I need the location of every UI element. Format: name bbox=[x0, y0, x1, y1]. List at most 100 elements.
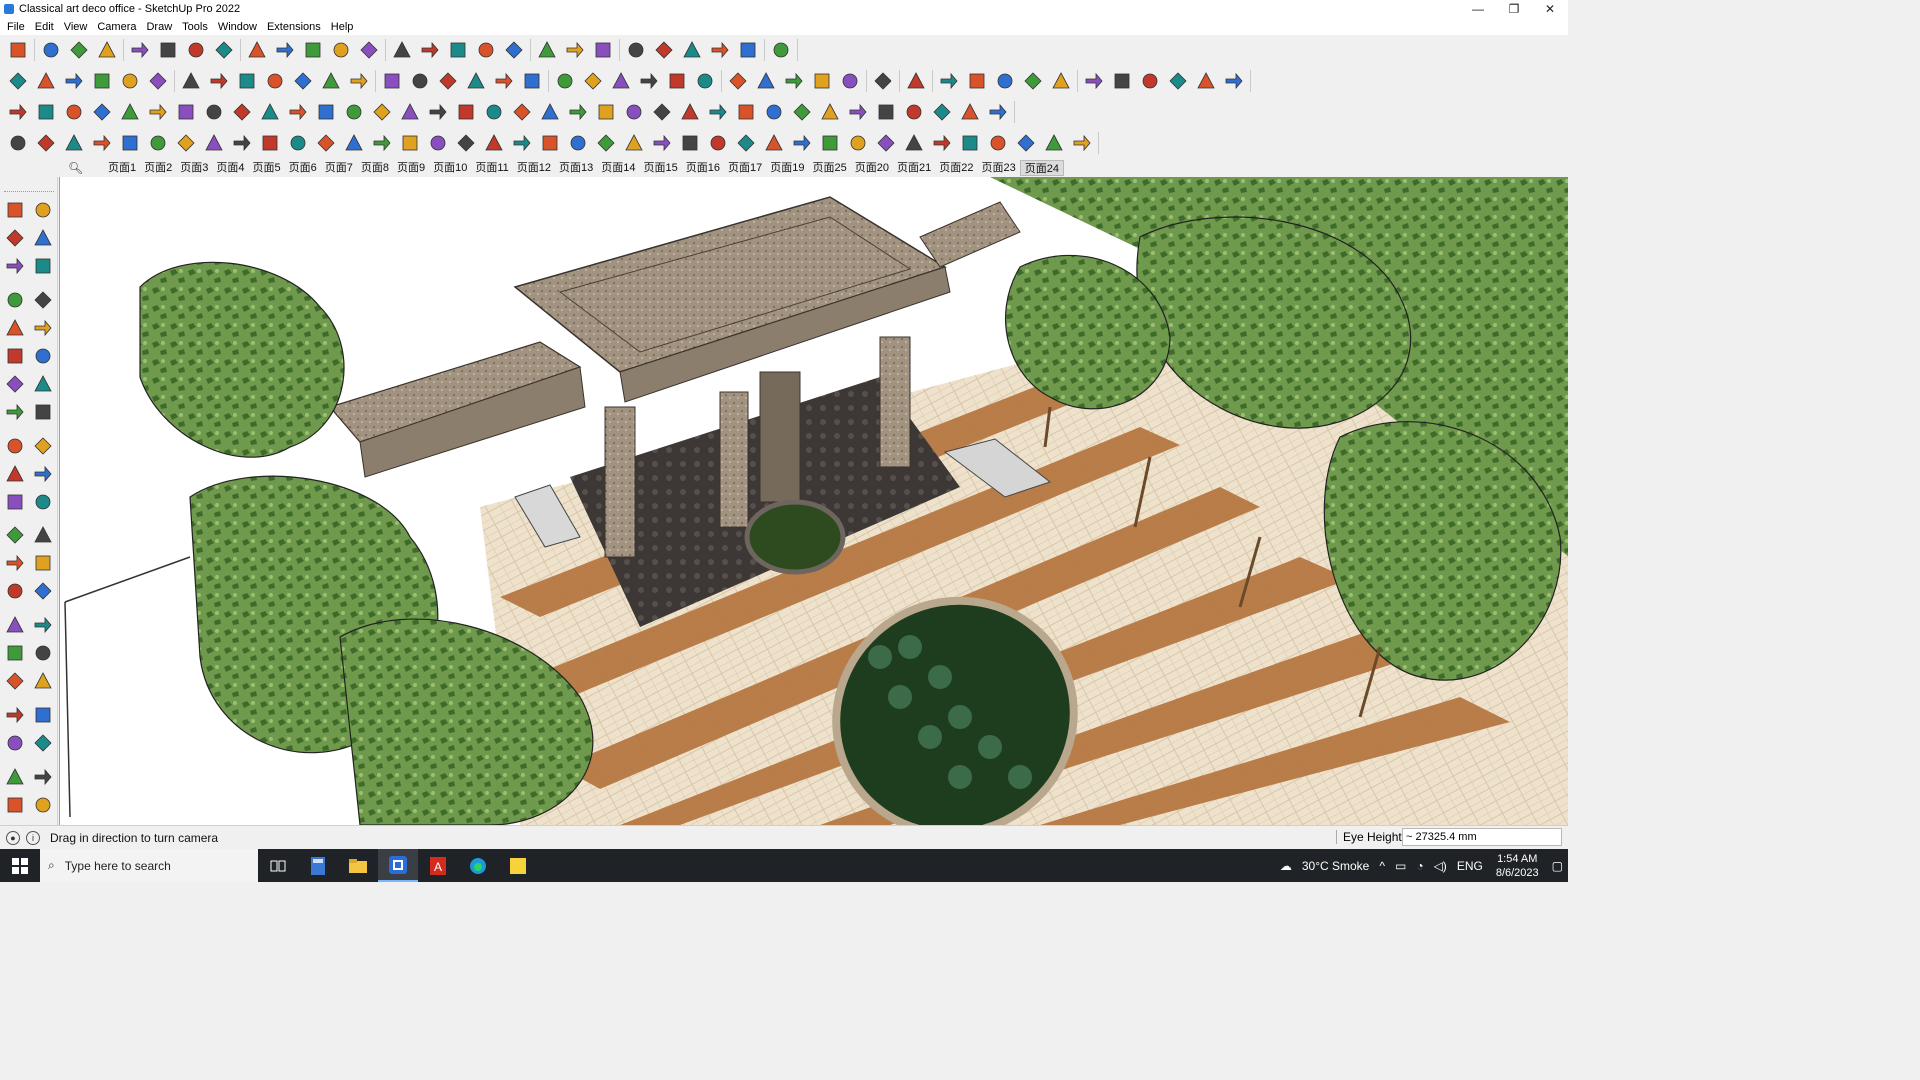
toolbar-tool-icon[interactable] bbox=[205, 67, 233, 95]
toolbar-tool-icon[interactable] bbox=[1164, 67, 1192, 95]
three-point-arc-icon[interactable] bbox=[30, 399, 56, 425]
weather-icon[interactable]: ☁ bbox=[1275, 859, 1297, 873]
toolbar-tool-icon[interactable] bbox=[872, 129, 900, 157]
toolbar-tool-icon[interactable] bbox=[1080, 67, 1108, 95]
toolbar-tool-icon[interactable] bbox=[312, 129, 340, 157]
toolbar-tool-icon[interactable] bbox=[32, 129, 60, 157]
menu-draw[interactable]: Draw bbox=[141, 21, 177, 33]
toolbar-tool-icon[interactable] bbox=[704, 129, 732, 157]
follow-me-icon[interactable] bbox=[30, 461, 56, 487]
toolbar-tool-icon[interactable] bbox=[676, 98, 704, 126]
freehand-tool-icon[interactable] bbox=[30, 287, 56, 313]
toolbar-tool-icon[interactable] bbox=[88, 67, 116, 95]
toolbar-tool-icon[interactable] bbox=[378, 67, 406, 95]
toolbar-tool-icon[interactable] bbox=[928, 129, 956, 157]
toolbar-tool-icon[interactable] bbox=[472, 36, 500, 64]
zoom-icon[interactable] bbox=[2, 640, 28, 666]
toolbar-tool-icon[interactable] bbox=[508, 98, 536, 126]
toolbar-tool-icon[interactable] bbox=[452, 129, 480, 157]
toolbar-tool-icon[interactable] bbox=[650, 36, 678, 64]
dimension-tool-icon[interactable] bbox=[30, 522, 56, 548]
menu-tools[interactable]: Tools bbox=[177, 21, 213, 33]
toolbar-tool-icon[interactable] bbox=[256, 98, 284, 126]
scene-tab[interactable]: 页面4 bbox=[212, 160, 248, 176]
volume-icon[interactable]: ◁) bbox=[1429, 859, 1452, 873]
toolbar-tool-icon[interactable] bbox=[767, 36, 795, 64]
toolbar-tool-icon[interactable] bbox=[620, 129, 648, 157]
toolbar-tool-icon[interactable] bbox=[424, 129, 452, 157]
scale-tool-icon[interactable] bbox=[2, 489, 28, 515]
toolbar-tool-icon[interactable] bbox=[592, 98, 620, 126]
toolbar-tool-icon[interactable] bbox=[663, 67, 691, 95]
toolbar-tool-icon[interactable] bbox=[271, 36, 299, 64]
scene-tab[interactable]: 页面6 bbox=[285, 160, 321, 176]
toolbar-tool-icon[interactable] bbox=[4, 129, 32, 157]
extension-icon[interactable] bbox=[30, 792, 56, 818]
toolbar-tool-icon[interactable] bbox=[536, 129, 564, 157]
toolbar-tool-icon[interactable] bbox=[564, 98, 592, 126]
3d-text-icon[interactable] bbox=[30, 578, 56, 604]
toolbar-tool-icon[interactable] bbox=[368, 129, 396, 157]
line-tool-icon[interactable] bbox=[2, 287, 28, 313]
toolbar-tool-icon[interactable] bbox=[243, 36, 271, 64]
toolbar-tool-icon[interactable] bbox=[984, 98, 1012, 126]
toolbar-tool-icon[interactable] bbox=[462, 67, 490, 95]
toolbar-tool-icon[interactable] bbox=[1047, 67, 1075, 95]
wifi-icon[interactable]: ◔ bbox=[1411, 859, 1428, 873]
toolbar-tool-icon[interactable] bbox=[706, 36, 734, 64]
toolbar-tool-icon[interactable] bbox=[1108, 67, 1136, 95]
toolbar-tool-icon[interactable] bbox=[434, 67, 462, 95]
scene-search-icon[interactable]: 🔍︎ bbox=[68, 161, 90, 175]
toolbar-tool-icon[interactable] bbox=[704, 98, 732, 126]
toolbar-tool-icon[interactable] bbox=[4, 67, 32, 95]
toolbar-tool-icon[interactable] bbox=[592, 129, 620, 157]
toolbar-tool-icon[interactable] bbox=[144, 67, 172, 95]
toolbar-tool-icon[interactable] bbox=[1040, 129, 1068, 157]
orbit-tool-icon[interactable] bbox=[30, 197, 56, 223]
toolbar-tool-icon[interactable] bbox=[956, 98, 984, 126]
previous-view-icon[interactable] bbox=[30, 668, 56, 694]
toolbar-tool-icon[interactable] bbox=[116, 67, 144, 95]
scene-tab[interactable]: 页面20 bbox=[851, 160, 893, 176]
toolbar-tool-icon[interactable] bbox=[490, 67, 518, 95]
maximize-button[interactable]: ❐ bbox=[1496, 0, 1532, 18]
toolbar-tool-icon[interactable] bbox=[60, 67, 88, 95]
toolbar-tool-icon[interactable] bbox=[4, 98, 32, 126]
toolbar-tool-icon[interactable] bbox=[956, 129, 984, 157]
scene-tab[interactable]: 页面11 bbox=[471, 160, 512, 176]
toolbar-tool-icon[interactable] bbox=[452, 98, 480, 126]
move-tool-icon[interactable] bbox=[2, 433, 28, 459]
axes-tool-icon[interactable] bbox=[2, 578, 28, 604]
toolbar-tool-icon[interactable] bbox=[844, 129, 872, 157]
toolbar-tool-icon[interactable] bbox=[1136, 67, 1164, 95]
toolbar-tool-icon[interactable] bbox=[144, 129, 172, 157]
toolbar-tool-icon[interactable] bbox=[228, 129, 256, 157]
toolbar-tool-icon[interactable] bbox=[60, 129, 88, 157]
scene-tab[interactable]: 页面24 bbox=[1019, 160, 1065, 176]
sandbox-icon[interactable] bbox=[2, 764, 28, 790]
scene-tab[interactable]: 页面16 bbox=[682, 160, 724, 176]
toolbar-tool-icon[interactable] bbox=[88, 98, 116, 126]
toolbar-tool-icon[interactable] bbox=[340, 129, 368, 157]
toolbar-tool-icon[interactable] bbox=[32, 67, 60, 95]
polygon-tool-icon[interactable] bbox=[30, 343, 56, 369]
eraser-icon[interactable] bbox=[30, 225, 56, 251]
scene-tab[interactable]: 页面8 bbox=[357, 160, 393, 176]
scene-tab[interactable]: 页面25 bbox=[809, 160, 851, 176]
zoom-extents-icon[interactable] bbox=[2, 668, 28, 694]
toolbar-tool-icon[interactable] bbox=[116, 129, 144, 157]
sketchup-taskbar-icon[interactable] bbox=[378, 849, 418, 882]
toolbar-tool-icon[interactable] bbox=[788, 98, 816, 126]
toolbar-tool-icon[interactable] bbox=[869, 67, 897, 95]
toolbar-tool-icon[interactable] bbox=[648, 98, 676, 126]
toolbar-tool-icon[interactable] bbox=[233, 67, 261, 95]
edge-icon[interactable] bbox=[458, 849, 498, 882]
sticky-notes-icon[interactable] bbox=[498, 849, 538, 882]
toolbar-tool-icon[interactable] bbox=[900, 98, 928, 126]
toolbar-tool-icon[interactable] bbox=[340, 98, 368, 126]
toolbar-tool-icon[interactable] bbox=[508, 129, 536, 157]
toolbar-tool-icon[interactable] bbox=[551, 67, 579, 95]
notifications-icon[interactable]: ▢ bbox=[1547, 859, 1568, 873]
toolbar-tool-icon[interactable] bbox=[327, 36, 355, 64]
toolbar-tool-icon[interactable] bbox=[724, 67, 752, 95]
